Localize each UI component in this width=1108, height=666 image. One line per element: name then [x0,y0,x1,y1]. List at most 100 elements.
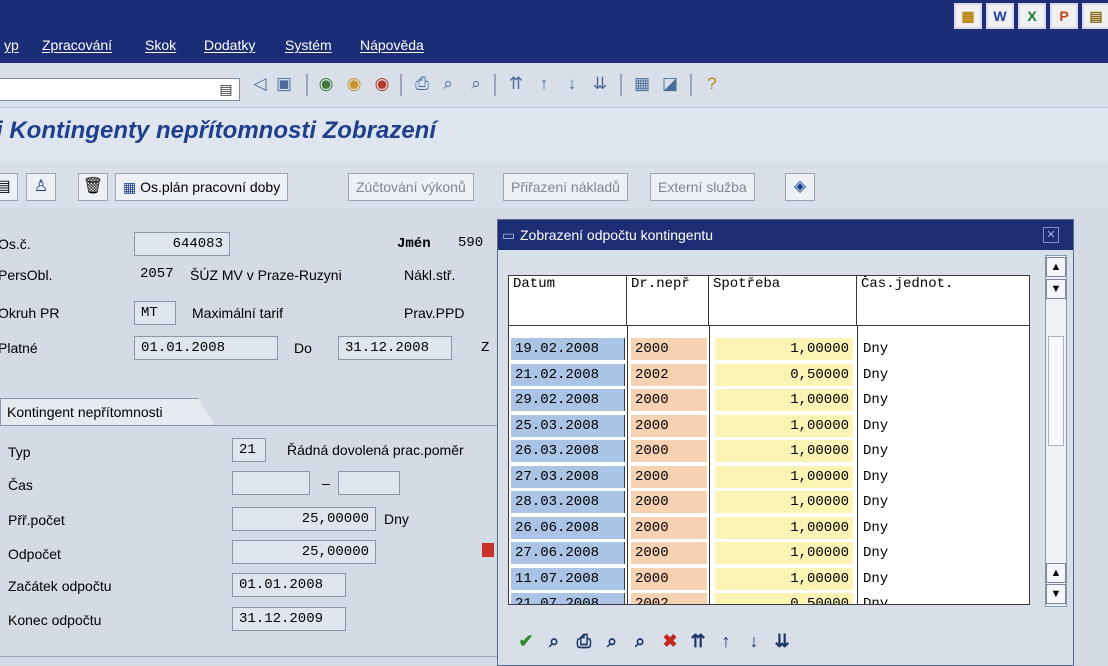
scroll-down-icon[interactable]: ▼ [1046,584,1066,604]
cell-dr-nepr[interactable]: 2000 [631,440,707,462]
cell-dr-nepr[interactable]: 2000 [631,338,707,360]
find-icon[interactable]: ⌕ [436,72,460,96]
cell-cas-jednot[interactable]: Dny [859,516,1029,539]
external-service-button[interactable]: Externí služba [650,173,755,201]
back-icon[interactable]: ◉ [314,72,338,96]
cell-spotreba[interactable]: 1,00000 [715,465,853,488]
os-c-field[interactable]: 644083 [134,232,230,256]
cell-spotreba[interactable]: 1,00000 [715,516,853,539]
scroll-down-icon[interactable]: ▼ [1046,279,1066,299]
cell-datum[interactable]: 25.03.2008 [511,414,625,437]
settlement-button[interactable]: Zúčtování výkonů [348,173,474,201]
menu-item-skok[interactable]: Skok [145,37,176,53]
cell-datum[interactable]: 29.02.2008 [511,389,625,411]
new-session-icon[interactable]: ▦ [630,72,654,96]
cell-dr-nepr[interactable]: 2000 [631,567,707,590]
cost-assignment-button[interactable]: Přiřazení nákladů [503,173,628,201]
menu-item-zpracovani[interactable]: Zpracování [42,37,112,53]
workplan-button[interactable]: ▦ Os.plán pracovní doby [115,173,289,201]
cell-dr-nepr[interactable]: 2002 [631,363,707,386]
find-next-icon[interactable]: ⌕ [464,72,488,96]
command-history-icon[interactable]: ▤ [214,77,238,101]
cell-cas-jednot[interactable]: Dny [859,465,1029,488]
cell-dr-nepr[interactable]: 2000 [631,465,707,488]
cell-datum[interactable]: 26.03.2008 [511,440,625,462]
display-icon[interactable]: ▤ [0,173,18,201]
shortcut-icon[interactable]: ◪ [658,72,682,96]
cell-cas-jednot[interactable]: Dny [859,389,1029,411]
find-next-icon[interactable]: ⌕ [628,628,652,654]
column-header-datum[interactable]: Datum [509,276,627,326]
person-icon[interactable]: ♙ [26,173,56,201]
cell-datum[interactable]: 28.03.2008 [511,491,625,513]
cell-datum[interactable]: 26.06.2008 [511,516,625,539]
cell-datum[interactable]: 21.02.2008 [511,363,625,386]
cell-datum[interactable]: 27.03.2008 [511,465,625,488]
pocet-field[interactable]: 25,00000 [232,507,376,531]
cell-dr-nepr[interactable]: 2000 [631,516,707,539]
print-icon[interactable]: ⎙ [410,72,434,96]
save-icon[interactable]: ▣ [272,72,296,96]
konec-field[interactable]: 31.12.2009 [232,607,346,631]
column-header-dr-nepr[interactable]: Dr.nepř [627,276,709,326]
powerpoint-icon[interactable]: P [1050,3,1078,29]
cell-cas-jednot[interactable]: Dny [859,414,1029,437]
cell-spotreba[interactable]: 1,00000 [715,491,853,513]
scroll-up-icon[interactable]: ▲ [1046,563,1066,583]
cell-spotreba[interactable]: 1,00000 [715,414,853,437]
last-page-icon[interactable]: ⇊ [770,628,794,654]
word-icon[interactable]: W [986,3,1014,29]
menu-item-typ[interactable]: yp [4,37,19,53]
details-icon[interactable]: ⌕ [542,628,566,654]
column-header-cas-jednot[interactable]: Čas.jednot. [857,276,1029,326]
project-icon[interactable]: ▤ [1082,3,1108,29]
cell-dr-nepr[interactable]: 2002 [631,593,707,604]
confirm-icon[interactable]: ✔ [514,628,538,654]
cell-spotreba[interactable]: 0,50000 [715,363,853,386]
cell-dr-nepr[interactable]: 2000 [631,491,707,513]
cell-cas-jednot[interactable]: Dny [859,363,1029,386]
scroll-up-icon[interactable]: ▲ [1046,257,1066,277]
odpocet-field[interactable]: 25,00000 [232,540,376,564]
scroll-thumb[interactable] [1048,336,1064,446]
vertical-scrollbar[interactable]: ▲ ▼ ▲ ▼ [1045,255,1067,607]
apps-icon[interactable]: ▦ [954,3,982,29]
next-page-icon[interactable]: ↓ [742,628,766,654]
close-icon[interactable]: ✕ [1043,227,1059,243]
cell-dr-nepr[interactable]: 2000 [631,414,707,437]
exit-icon[interactable]: ◉ [342,72,366,96]
cell-datum[interactable]: 19.02.2008 [511,338,625,360]
cell-datum[interactable]: 27.06.2008 [511,542,625,564]
cell-spotreba[interactable]: 1,00000 [715,338,853,360]
previous-page-icon[interactable]: ↑ [532,72,556,96]
valid-from-field[interactable]: 01.01.2008 [134,336,278,360]
cell-cas-jednot[interactable]: Dny [859,338,1029,360]
overview-icon[interactable]: ◈ [785,173,815,201]
cancel-icon[interactable]: ✖ [658,628,682,654]
previous-page-icon[interactable]: ↑ [714,628,738,654]
cas-to-field[interactable] [338,471,400,495]
next-page-icon[interactable]: ↓ [560,72,584,96]
cas-from-field[interactable] [232,471,310,495]
cell-spotreba[interactable]: 1,00000 [715,389,853,411]
cancel-icon[interactable]: ◉ [370,72,394,96]
first-page-icon[interactable]: ⇈ [686,628,710,654]
menu-item-dodatky[interactable]: Dodatky [204,37,255,53]
cell-spotreba[interactable]: 1,00000 [715,542,853,564]
cell-cas-jednot[interactable]: Dny [859,440,1029,462]
cell-cas-jednot[interactable]: Dny [859,567,1029,590]
print-icon[interactable]: ⎙ [572,628,596,654]
command-field[interactable] [0,78,240,101]
okruh-code-field[interactable]: MT [134,301,176,325]
typ-field[interactable]: 21 [232,438,266,462]
first-page-icon[interactable]: ⇈ [504,72,528,96]
last-page-icon[interactable]: ⇊ [588,72,612,96]
delete-icon[interactable]: 🗑 [78,173,108,201]
cell-datum[interactable]: 21.07.2008 [511,593,625,604]
cell-cas-jednot[interactable]: Dny [859,491,1029,513]
cell-cas-jednot[interactable]: Dny [859,542,1029,564]
zacatek-field[interactable]: 01.01.2008 [232,573,346,597]
valid-to-field[interactable]: 31.12.2008 [338,336,452,360]
cell-datum[interactable]: 11.07.2008 [511,567,625,590]
menu-item-napoveda[interactable]: Nápověda [360,37,424,53]
